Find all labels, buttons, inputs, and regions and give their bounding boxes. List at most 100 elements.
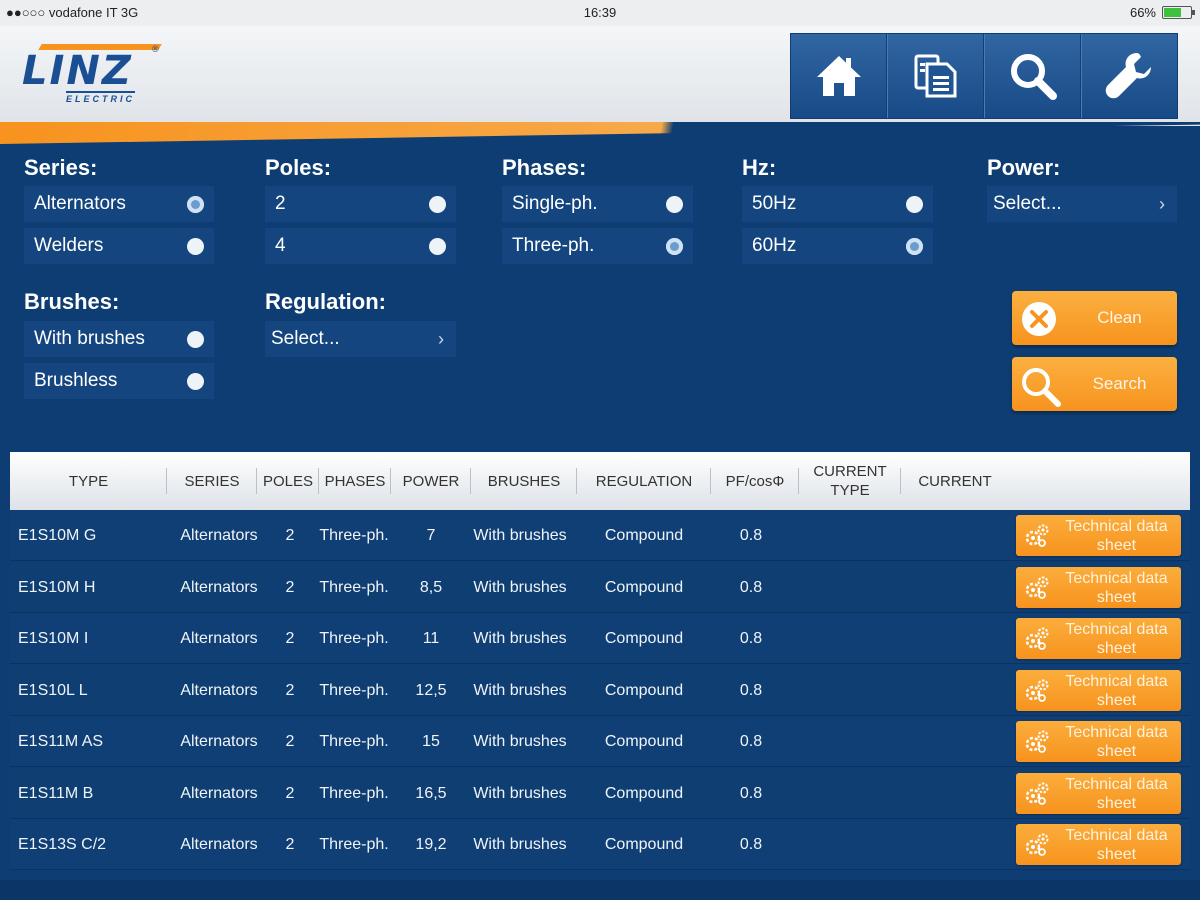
table-row[interactable]: E1S10M I Alternators 2 Three-ph. 11 With brus… xyxy=(10,613,1190,664)
column-header-phases[interactable]: PHASES xyxy=(319,452,391,510)
documents-icon xyxy=(914,54,956,98)
option-label: With brushes xyxy=(34,328,145,349)
cell-regulation: Compound xyxy=(604,785,684,802)
clear-icon xyxy=(1022,302,1056,336)
brushes-label: Brushes: xyxy=(24,289,120,314)
search-button-label: Search xyxy=(1092,374,1147,393)
cell-type: E1S10M H xyxy=(18,579,96,596)
battery-percent: 66% xyxy=(1129,5,1156,20)
regulation-select[interactable]: Select... › xyxy=(265,321,456,359)
battery-icon xyxy=(1162,6,1195,19)
nav-settings-button[interactable] xyxy=(1081,34,1177,118)
cell-regulation: Compound xyxy=(604,682,684,699)
brushes-option-brushless[interactable]: Brushless xyxy=(24,363,214,401)
gears-icon xyxy=(1025,730,1049,753)
cell-regulation: Compound xyxy=(604,630,684,647)
gears-icon xyxy=(1025,679,1049,702)
phases-option-single[interactable]: Single-ph. xyxy=(502,186,693,224)
nav-home-button[interactable] xyxy=(791,34,887,118)
cell-power: 11 xyxy=(422,630,440,647)
radio-icon xyxy=(187,331,204,348)
bottom-strip xyxy=(0,880,1200,900)
results-table-header: TYPE SERIES POLES PHASES POWER BRUSHES R… xyxy=(10,452,1190,510)
option-label: 60Hz xyxy=(752,235,797,256)
column-header-current[interactable]: CURRENT xyxy=(901,452,1009,510)
technical-data-sheet-button[interactable]: Technical data sheet xyxy=(1016,618,1181,659)
cell-series: Alternators xyxy=(180,630,258,647)
cell-poles: 2 xyxy=(285,836,295,853)
column-header-type[interactable]: TYPE xyxy=(10,452,167,510)
regulation-label: Regulation: xyxy=(265,289,386,314)
table-row[interactable]: E1S10M G Alternators 2 Three-ph. 7 With brush… xyxy=(10,510,1190,561)
technical-data-sheet-button[interactable]: Technical data sheet xyxy=(1016,670,1181,711)
table-row[interactable]: E1S13S C/2 Alternators 2 Three-ph. 19,2 With … xyxy=(10,819,1190,870)
cell-poles: 2 xyxy=(285,579,295,596)
cell-phases: Three-ph. xyxy=(319,733,389,750)
gears-icon xyxy=(1025,627,1049,650)
cell-poles: 2 xyxy=(285,682,295,699)
table-row[interactable]: E1S10M H Alternators 2 Three-ph. 8,5 With bru… xyxy=(10,562,1190,613)
cell-type: E1S10L L xyxy=(18,682,88,699)
column-header-regulation[interactable]: REGULATION xyxy=(577,452,711,510)
cell-power: 12,5 xyxy=(415,682,447,699)
technical-data-sheet-label: Technical data sheet xyxy=(1065,570,1168,606)
technical-data-sheet-button[interactable]: Technical data sheet xyxy=(1016,721,1181,762)
radio-icon xyxy=(187,238,204,255)
option-label: Alternators xyxy=(34,193,126,214)
technical-data-sheet-label: Technical data sheet xyxy=(1065,827,1168,863)
cell-brushes: With brushes xyxy=(473,579,567,596)
column-header-brushes[interactable]: BRUSHES xyxy=(471,452,577,510)
technical-data-sheet-label: Technical data sheet xyxy=(1065,621,1168,657)
table-row[interactable]: E1S11M B Alternators 2 Three-ph. 16,5 With br… xyxy=(10,768,1190,819)
technical-data-sheet-button[interactable]: Technical data sheet xyxy=(1016,824,1181,865)
home-icon xyxy=(816,56,861,96)
radio-icon xyxy=(429,238,446,255)
phases-option-three[interactable]: Three-ph. xyxy=(502,228,693,266)
power-select[interactable]: Select... › xyxy=(987,186,1177,224)
column-header-poles[interactable]: POLES xyxy=(257,452,319,510)
column-header-series[interactable]: SERIES xyxy=(167,452,257,510)
phases-label: Phases: xyxy=(502,155,587,180)
cell-brushes: With brushes xyxy=(473,733,567,750)
nav-documents-button[interactable] xyxy=(887,34,984,118)
clean-button[interactable]: Clean xyxy=(1012,291,1177,345)
column-header-power[interactable]: POWER xyxy=(391,452,471,510)
poles-option-4[interactable]: 4 xyxy=(265,228,456,266)
technical-data-sheet-button[interactable]: Technical data sheet xyxy=(1016,567,1181,608)
cell-pf: 0.8 xyxy=(739,733,763,750)
column-header-current-type[interactable]: CURRENT TYPE xyxy=(799,452,901,510)
cell-power: 16,5 xyxy=(415,785,447,802)
brushes-option-with[interactable]: With brushes xyxy=(24,321,214,359)
table-row[interactable]: E1S11M AS Alternators 2 Three-ph. 15 With bru… xyxy=(10,716,1190,767)
hz-option-60[interactable]: 60Hz xyxy=(742,228,933,266)
nav-search-button[interactable] xyxy=(984,34,1081,118)
column-header-pf[interactable]: PF/cosΦ xyxy=(711,452,799,510)
wrench-icon xyxy=(1105,53,1151,99)
series-option-alternators[interactable]: Alternators xyxy=(24,186,214,224)
radio-selected-icon xyxy=(666,238,683,255)
search-button[interactable]: Search xyxy=(1012,357,1177,411)
technical-data-sheet-button[interactable]: Technical data sheet xyxy=(1016,773,1181,814)
poles-option-2[interactable]: 2 xyxy=(265,186,456,224)
option-label: Three-ph. xyxy=(512,235,595,256)
search-icon xyxy=(1010,54,1057,100)
linz-logo: LINZ ® ELECTRIC xyxy=(22,42,167,104)
cell-pf: 0.8 xyxy=(739,527,763,544)
cell-phases: Three-ph. xyxy=(319,527,389,544)
gears-icon xyxy=(1025,833,1049,856)
cell-series: Alternators xyxy=(180,733,258,750)
results-table-body: E1S10M G Alternators 2 Three-ph. 7 With brush… xyxy=(10,510,1190,880)
radio-icon xyxy=(906,196,923,213)
hz-option-50[interactable]: 50Hz xyxy=(742,186,933,224)
gears-icon xyxy=(1025,782,1049,805)
cell-type: E1S10M I xyxy=(18,630,89,647)
cell-type: E1S13S C/2 xyxy=(18,836,107,853)
option-label: 2 xyxy=(275,193,286,214)
series-option-welders[interactable]: Welders xyxy=(24,228,214,266)
cell-power: 7 xyxy=(426,527,436,544)
cell-pf: 0.8 xyxy=(739,579,763,596)
technical-data-sheet-button[interactable]: Technical data sheet xyxy=(1016,515,1181,556)
power-label: Power: xyxy=(987,155,1061,180)
cell-regulation: Compound xyxy=(604,579,684,596)
table-row[interactable]: E1S10L L Alternators 2 Three-ph. 12,5 With br… xyxy=(10,665,1190,716)
